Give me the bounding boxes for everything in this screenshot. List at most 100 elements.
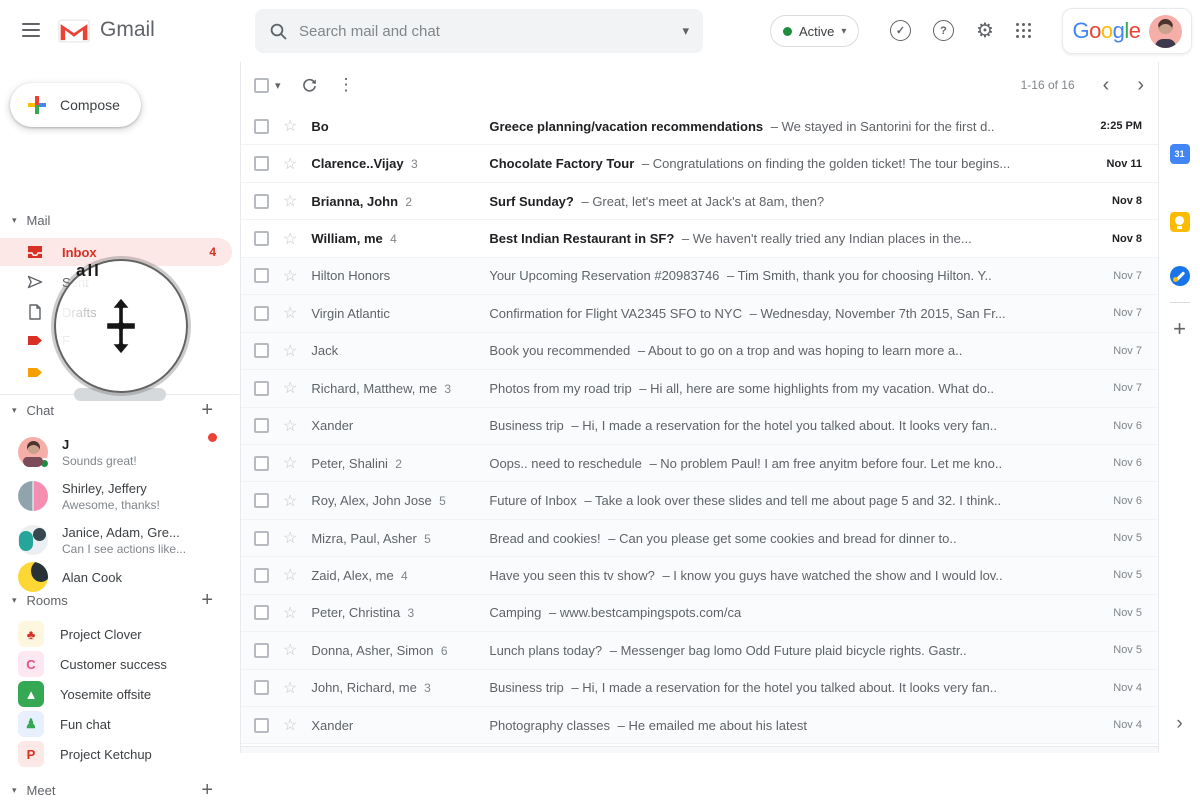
email-row[interactable]: ☆Clarence..Vijay 3Chocolate Factory Tour… — [241, 145, 1158, 182]
room-avatar-icon: ♣ — [18, 621, 44, 647]
row-checkbox[interactable] — [254, 493, 269, 508]
star-icon[interactable]: ☆ — [283, 154, 297, 174]
row-checkbox[interactable] — [254, 156, 269, 171]
mail-section-header[interactable]: ▾ Mail — [0, 208, 239, 232]
room-list-item[interactable]: ♟Fun chat — [0, 709, 232, 739]
star-icon[interactable]: ☆ — [283, 528, 297, 548]
star-icon[interactable]: ☆ — [283, 266, 297, 286]
email-row[interactable]: ☆BoGreece planning/vacation recommendati… — [241, 108, 1158, 145]
previous-page-chevron-icon[interactable]: ‹ — [1103, 77, 1110, 93]
room-list-item[interactable]: CCustomer success — [0, 649, 232, 679]
row-checkbox[interactable] — [254, 643, 269, 658]
row-checkbox[interactable] — [254, 718, 269, 733]
chat-list-item[interactable]: Janice, Adam, Gre...Can I see actions li… — [0, 518, 232, 562]
calendar-icon[interactable]: 31 — [1170, 144, 1190, 164]
add-addon-button[interactable]: + — [1173, 316, 1186, 342]
star-icon[interactable]: ☆ — [283, 565, 297, 585]
star-icon[interactable]: ☆ — [283, 229, 297, 249]
user-avatar[interactable] — [1149, 15, 1182, 48]
star-icon[interactable]: ☆ — [283, 341, 297, 361]
row-checkbox[interactable] — [254, 306, 269, 321]
settings-gear-icon[interactable]: ⚙ — [976, 21, 994, 41]
star-icon[interactable]: ☆ — [283, 678, 297, 698]
chat-list-item[interactable]: JSounds great! — [0, 430, 232, 474]
email-row[interactable]: ☆Donna, Asher, Simon 6Lunch plans today?… — [241, 632, 1158, 669]
email-row[interactable]: ☆XanderPhotography classes – He emailed … — [241, 707, 1158, 744]
tasks-icon[interactable] — [1170, 266, 1190, 286]
star-icon[interactable]: ☆ — [283, 640, 297, 660]
star-icon[interactable]: ☆ — [283, 303, 297, 323]
row-checkbox[interactable] — [254, 119, 269, 134]
email-subject-snippet: Camping – www.bestcampingspots.com/ca — [489, 605, 1072, 620]
more-options-icon[interactable]: ⋮ — [338, 75, 355, 95]
google-account-chip[interactable]: Google — [1062, 8, 1192, 54]
room-list-item[interactable]: PProject Ketchup — [0, 739, 232, 769]
meet-section-header[interactable]: ▾ Meet + — [0, 778, 239, 802]
collapse-triangle-icon: ▾ — [12, 785, 17, 796]
search-options-chevron-icon[interactable]: ▾ — [682, 23, 689, 39]
star-icon[interactable]: ☆ — [283, 603, 297, 623]
star-icon[interactable]: ☆ — [283, 491, 297, 511]
chat-section-header[interactable]: ▾ Chat + — [0, 398, 239, 422]
row-checkbox[interactable] — [254, 456, 269, 471]
email-subject-snippet: Have you seen this tv show? – I know you… — [489, 568, 1072, 583]
email-row[interactable]: ☆William, me 4Best Indian Restaurant in … — [241, 220, 1158, 257]
star-icon[interactable]: ☆ — [283, 378, 297, 398]
row-checkbox[interactable] — [254, 568, 269, 583]
row-checkbox[interactable] — [254, 268, 269, 283]
row-checkbox[interactable] — [254, 531, 269, 546]
email-row[interactable]: ☆JackBook you recommended – About to go … — [241, 333, 1158, 370]
status-selector[interactable]: Active ▾ — [770, 15, 859, 47]
inbox-unread-count: 4 — [209, 245, 216, 259]
email-row[interactable]: ☆Brianna, John 2Surf Sunday? – Great, le… — [241, 183, 1158, 220]
rooms-section-header[interactable]: ▾ Rooms + — [0, 588, 239, 612]
chat-name: Alan Cook — [62, 570, 122, 585]
email-row[interactable]: ☆John, Richard, me 3Business trip – Hi, … — [241, 670, 1158, 707]
email-date: Nov 11 — [1084, 158, 1142, 170]
refresh-icon[interactable] — [301, 77, 318, 94]
email-row[interactable]: ☆Roy, Alex, John Jose 5Future of Inbox –… — [241, 482, 1158, 519]
star-icon[interactable]: ☆ — [283, 191, 297, 211]
email-row[interactable]: ☆Virgin AtlanticConfirmation for Flight … — [241, 295, 1158, 332]
new-chat-button[interactable]: + — [201, 399, 213, 422]
star-icon[interactable]: ☆ — [283, 715, 297, 735]
hamburger-menu-icon[interactable] — [22, 23, 40, 37]
star-icon[interactable]: ☆ — [283, 116, 297, 136]
new-meeting-button[interactable]: + — [201, 779, 213, 802]
row-checkbox[interactable] — [254, 418, 269, 433]
help-icon[interactable]: ? — [933, 20, 954, 41]
search-bar[interactable]: ▾ — [255, 9, 703, 53]
email-row[interactable]: ☆XanderBusiness trip – Hi, I made a rese… — [241, 408, 1158, 445]
email-row[interactable]: ☆Hilton HonorsYour Upcoming Reservation … — [241, 258, 1158, 295]
room-list-item[interactable]: ♣Project Clover — [0, 619, 232, 649]
row-checkbox[interactable] — [254, 680, 269, 695]
star-icon[interactable]: ☆ — [283, 453, 297, 473]
chat-snippet: Can I see actions like... — [62, 542, 186, 556]
next-page-chevron-icon[interactable]: › — [1137, 77, 1144, 93]
row-checkbox[interactable] — [254, 194, 269, 209]
room-list-item[interactable]: ▲Yosemite offsite — [0, 679, 232, 709]
email-row[interactable]: ☆Richard, Matthew, me 3Photos from my ro… — [241, 370, 1158, 407]
email-date: Nov 8 — [1084, 195, 1142, 207]
row-checkbox[interactable] — [254, 231, 269, 246]
email-row[interactable]: ☆Peter, Shalini 2Oops.. need to reschedu… — [241, 445, 1158, 482]
email-row[interactable]: ☆Mizra, Paul, Asher 5Bread and cookies! … — [241, 520, 1158, 557]
compose-button[interactable]: Compose — [10, 83, 141, 127]
search-input[interactable] — [299, 23, 682, 40]
row-checkbox[interactable] — [254, 343, 269, 358]
select-dropdown-chevron-icon[interactable]: ▾ — [275, 79, 281, 92]
star-icon[interactable]: ☆ — [283, 416, 297, 436]
row-checkbox[interactable] — [254, 605, 269, 620]
new-room-button[interactable]: + — [201, 589, 213, 612]
row-checkbox[interactable] — [254, 381, 269, 396]
select-all-checkbox[interactable] — [254, 78, 269, 93]
keep-icon[interactable] — [1170, 212, 1190, 232]
collapse-triangle-icon: ▾ — [12, 595, 17, 606]
magnified-label-text: all — [76, 261, 101, 281]
email-row[interactable]: ☆Peter, Christina 3Camping – www.bestcam… — [241, 595, 1158, 632]
email-row[interactable]: ☆Zaid, Alex, me 4Have you seen this tv s… — [241, 557, 1158, 594]
apps-grid-icon[interactable] — [1016, 23, 1032, 39]
chat-list-item[interactable]: Shirley, JefferyAwesome, thanks! — [0, 474, 232, 518]
hide-panel-chevron-icon[interactable]: › — [1176, 713, 1182, 735]
check-circle-icon[interactable]: ✓ — [890, 20, 911, 41]
